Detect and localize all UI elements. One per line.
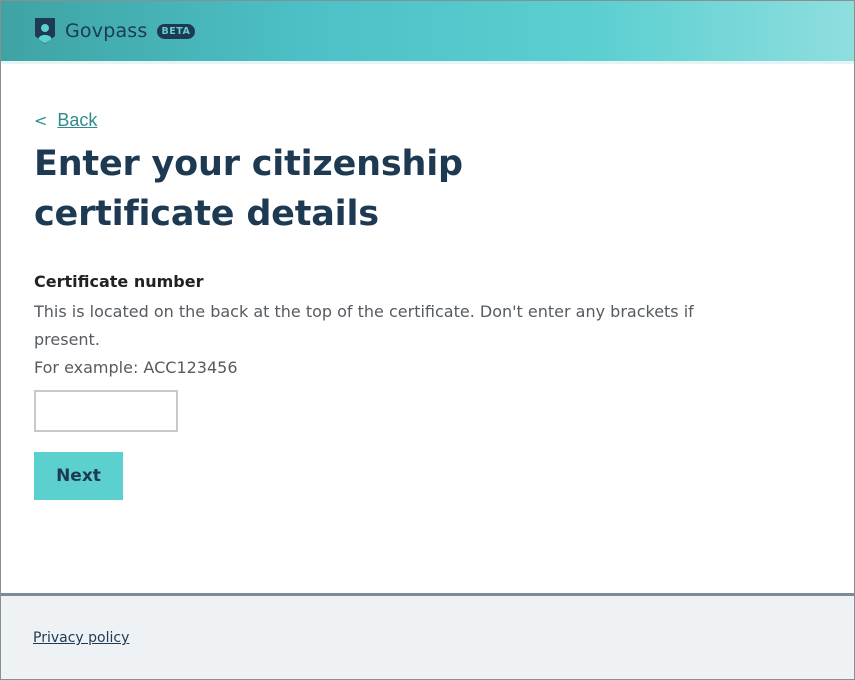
back-nav: < Back	[34, 109, 794, 131]
brand-name[interactable]: Govpass	[65, 20, 148, 42]
next-button[interactable]: Next	[34, 452, 123, 500]
back-link[interactable]: Back	[57, 110, 97, 131]
header-underline	[1, 61, 854, 64]
field-hint: This is located on the back at the top o…	[34, 298, 734, 382]
main-content: < Back Enter your citizenship certificat…	[34, 109, 794, 500]
browser-page: Govpass BETA < Back Enter your citizensh…	[0, 0, 855, 680]
site-header: Govpass BETA	[1, 1, 854, 61]
beta-badge: BETA	[156, 23, 196, 39]
certificate-number-input[interactable]	[34, 390, 178, 432]
privacy-policy-link[interactable]: Privacy policy	[33, 630, 129, 646]
certificate-number-label: Certificate number	[34, 272, 204, 291]
site-footer: Privacy policy	[1, 593, 854, 679]
hint-example: For example: ACC123456	[34, 358, 238, 377]
page-title: Enter your citizenship certificate detai…	[34, 144, 463, 234]
chevron-left-icon: <	[34, 110, 48, 130]
shield-person-icon	[35, 18, 55, 44]
hint-text: This is located on the back at the top o…	[34, 302, 694, 349]
